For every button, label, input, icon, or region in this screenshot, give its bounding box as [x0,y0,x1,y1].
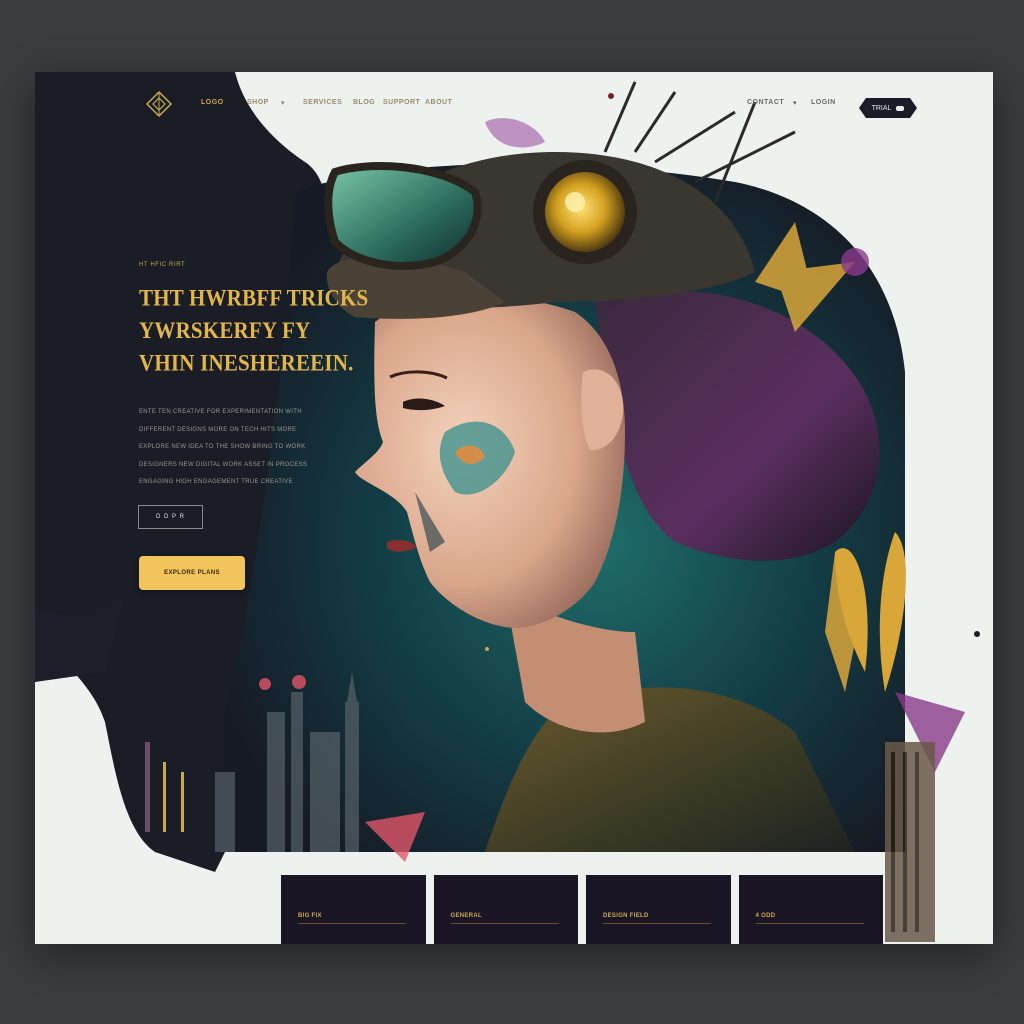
body-line: EXPLORE NEW IDEA TO THE SHOW BRING TO WO… [139,444,306,450]
body-line: ENTE TEN CREATIVE FOR EXPERIMENTATION WI… [139,409,302,415]
feature-card[interactable]: BIG FIX [281,875,426,944]
hero-body-copy: ENTE TEN CREATIVE FOR EXPERIMENTATION WI… [139,404,325,492]
nav-link-about[interactable]: ABOUT [425,99,452,106]
card-label: GENERAL [450,913,482,919]
top-navigation: LOGO SHOP ▾ SERVICES BLOG SUPPORT ABOUT … [35,72,993,136]
feature-card[interactable]: GENERAL [433,875,578,944]
webpage-frame: LOGO SHOP ▾ SERVICES BLOG SUPPORT ABOUT … [35,72,993,944]
trial-button-label: TRIAL [871,104,892,112]
arrow-right-icon [896,105,905,111]
feature-card[interactable]: 4 ODD [738,875,883,944]
nav-link-services[interactable]: SERVICES [303,99,342,106]
feature-card[interactable]: DESIGN FIELD [586,875,731,944]
nav-link-support[interactable]: SUPPORT [383,99,420,106]
card-divider [298,923,406,924]
card-label: DESIGN FIELD [603,913,649,919]
nav-link-shop[interactable]: SHOP [247,99,269,106]
card-label: BIG FIX [298,913,322,919]
chevron-down-icon[interactable]: ▾ [793,99,797,107]
feature-cards: BIG FIX GENERAL DESIGN FIELD 4 ODD [281,875,883,944]
card-divider [755,923,864,924]
card-divider [450,923,559,924]
body-line: DESIGNERS NEW DIGITAL WORK ASSET IN PROC… [139,461,308,468]
nav-link-blog[interactable]: BLOG [353,99,375,106]
primary-cta-button[interactable]: EXPLORE PLANS [139,556,245,590]
trial-button[interactable]: TRIAL [859,98,917,118]
nav-link-home[interactable]: LOGO [201,99,224,106]
body-line: DIFFERENT DESIGNS MORE ON TECH HITS MORE [139,426,297,433]
chevron-down-icon[interactable]: ▾ [281,99,285,107]
hero-headline: THT HWRBFF TRICKS YWRSKERFY FY VHIN INES… [139,284,369,377]
hero-eyebrow: HT HFIC RIRT [139,262,186,268]
nav-link-contact[interactable]: CONTACT [747,99,784,106]
secondary-button[interactable]: D D P R [138,505,203,529]
body-line: ENGAGING HIGH ENGAGEMENT TRUE CREATIVE [139,479,293,485]
card-divider [603,923,711,924]
nav-link-login[interactable]: LOGIN [811,99,836,106]
logo-icon[interactable] [145,90,173,118]
card-label: 4 ODD [755,913,776,919]
